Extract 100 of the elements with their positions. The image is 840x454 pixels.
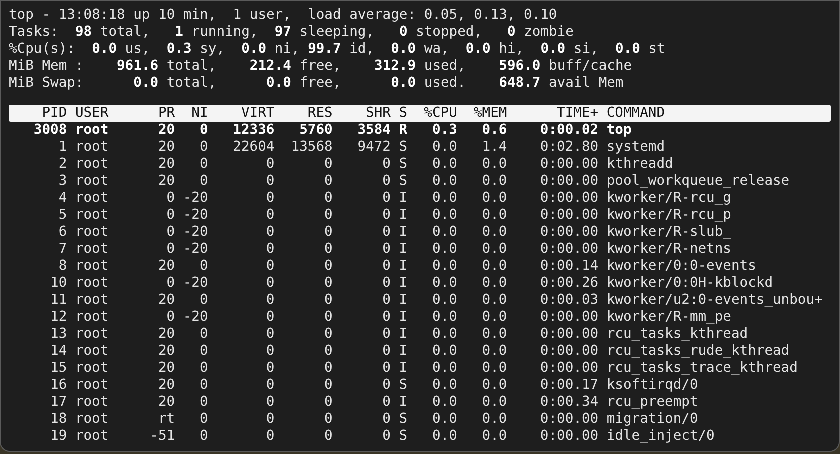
column-header: SHR	[366, 105, 391, 122]
table-cell: 0	[382, 241, 391, 258]
table-cell: 0.0	[432, 411, 458, 428]
table-cell: idle_inject/0	[606, 428, 715, 445]
table-cell: 0	[266, 360, 275, 377]
table-cell: 12336	[233, 122, 275, 139]
table-cell: I	[399, 360, 408, 377]
table-cell: root	[75, 207, 109, 224]
table-cell: 20	[158, 292, 176, 309]
table-cell: 3008	[34, 122, 68, 139]
table-cell: 0	[324, 394, 333, 411]
table-cell: 20	[158, 360, 176, 377]
table-cell: 0.0	[482, 360, 508, 377]
table-cell: 0.0	[432, 428, 458, 445]
table-cell: 18	[50, 411, 68, 428]
table-cell: 20	[158, 156, 176, 173]
table-cell: 0	[200, 326, 208, 343]
table-cell: 0	[166, 224, 176, 241]
table-cell: kworker/0:0H-kblockd	[606, 275, 774, 292]
table-cell: 0.0	[482, 292, 508, 309]
table-cell: S	[399, 411, 408, 428]
table-cell: 0.0	[482, 190, 508, 207]
table-cell: 0.0	[482, 241, 508, 258]
table-cell: root	[75, 173, 109, 190]
table-cell: I	[399, 326, 408, 343]
table-cell: 0:02.80	[540, 139, 599, 156]
table-cell: 0	[382, 326, 391, 343]
table-cell: 0.0	[432, 309, 458, 326]
table-cell: 0:00.00	[540, 156, 599, 173]
table-cell: I	[399, 190, 408, 207]
table-cell: 0.0	[432, 275, 458, 292]
summary-line: MiB Swap: 0.0 total, 0.0 free, 0.0 used. 648.7 avail Mem	[9, 75, 624, 92]
table-cell: 0	[200, 343, 208, 360]
table-cell: 20	[158, 394, 176, 411]
table-cell: 0	[324, 241, 333, 258]
table-cell: 0	[324, 428, 333, 445]
table-cell: 0.0	[432, 258, 458, 275]
table-cell: 0.0	[482, 343, 508, 360]
table-cell: migration/0	[606, 411, 698, 428]
table-cell: 0	[266, 411, 275, 428]
table-cell: 12	[50, 309, 68, 326]
table-cell: 0	[382, 428, 391, 445]
table-cell: 0	[324, 190, 333, 207]
table-cell: kworker/R-mm_pe	[606, 309, 732, 326]
table-cell: 0	[324, 309, 333, 326]
table-cell: root	[75, 275, 109, 292]
table-cell: S	[399, 173, 408, 190]
table-cell: 0	[200, 377, 208, 394]
table-cell: I	[399, 258, 408, 275]
table-cell: 14	[50, 343, 68, 360]
table-cell: 0	[266, 275, 275, 292]
table-cell: 20	[158, 377, 176, 394]
table-cell: 0.0	[432, 343, 458, 360]
table-cell: 0	[382, 207, 391, 224]
summary-line: Tasks: 98 total, 1 running, 97 sleeping, 0 stopped, 0 zombie	[9, 24, 574, 41]
table-cell: -51	[150, 428, 176, 445]
table-cell: root	[75, 343, 109, 360]
table-cell: 0	[324, 207, 333, 224]
table-cell: 0	[266, 326, 275, 343]
table-cell: 0.0	[482, 258, 508, 275]
table-cell: 20	[158, 173, 176, 190]
table-cell: -20	[183, 190, 208, 207]
column-header: PR	[158, 105, 176, 122]
table-cell: S	[399, 377, 408, 394]
table-cell: 0	[266, 258, 275, 275]
table-cell: 0.0	[482, 224, 508, 241]
table-cell: 0	[324, 275, 333, 292]
table-cell: rt	[158, 411, 176, 428]
table-cell: 8	[58, 258, 68, 275]
table-cell: R	[399, 122, 408, 139]
table-cell: rcu_tasks_kthread	[606, 326, 748, 343]
table-cell: 0:00.00	[540, 241, 599, 258]
table-cell: 3	[58, 173, 68, 190]
table-cell: 20	[158, 343, 176, 360]
table-cell: kthreadd	[606, 156, 674, 173]
table-cell: 19	[50, 428, 68, 445]
table-cell: 0	[200, 411, 208, 428]
table-cell: 0.0	[482, 394, 508, 411]
table-cell: root	[75, 411, 109, 428]
table-cell: 0.0	[482, 275, 508, 292]
table-cell: 0	[382, 190, 391, 207]
table-cell: 1	[58, 139, 68, 156]
table-cell: 0	[324, 343, 333, 360]
table-cell: 0.0	[432, 190, 458, 207]
table-cell: root	[75, 394, 109, 411]
table-cell: 0.0	[432, 241, 458, 258]
table-cell: 0:00.26	[540, 275, 599, 292]
table-cell: 0	[382, 173, 391, 190]
column-header: TIME+	[557, 105, 599, 122]
table-cell: 0.0	[432, 224, 458, 241]
table-cell: 0.0	[432, 394, 458, 411]
table-cell: 0	[166, 309, 176, 326]
table-cell: 0	[266, 309, 275, 326]
table-cell: 5	[58, 207, 68, 224]
table-cell: 2	[58, 156, 68, 173]
table-cell: I	[399, 394, 408, 411]
table-cell: 0.6	[482, 122, 508, 139]
table-cell: 0:00.00	[540, 411, 599, 428]
table-cell: ksoftirqd/0	[606, 377, 698, 394]
table-cell: 0	[200, 156, 208, 173]
